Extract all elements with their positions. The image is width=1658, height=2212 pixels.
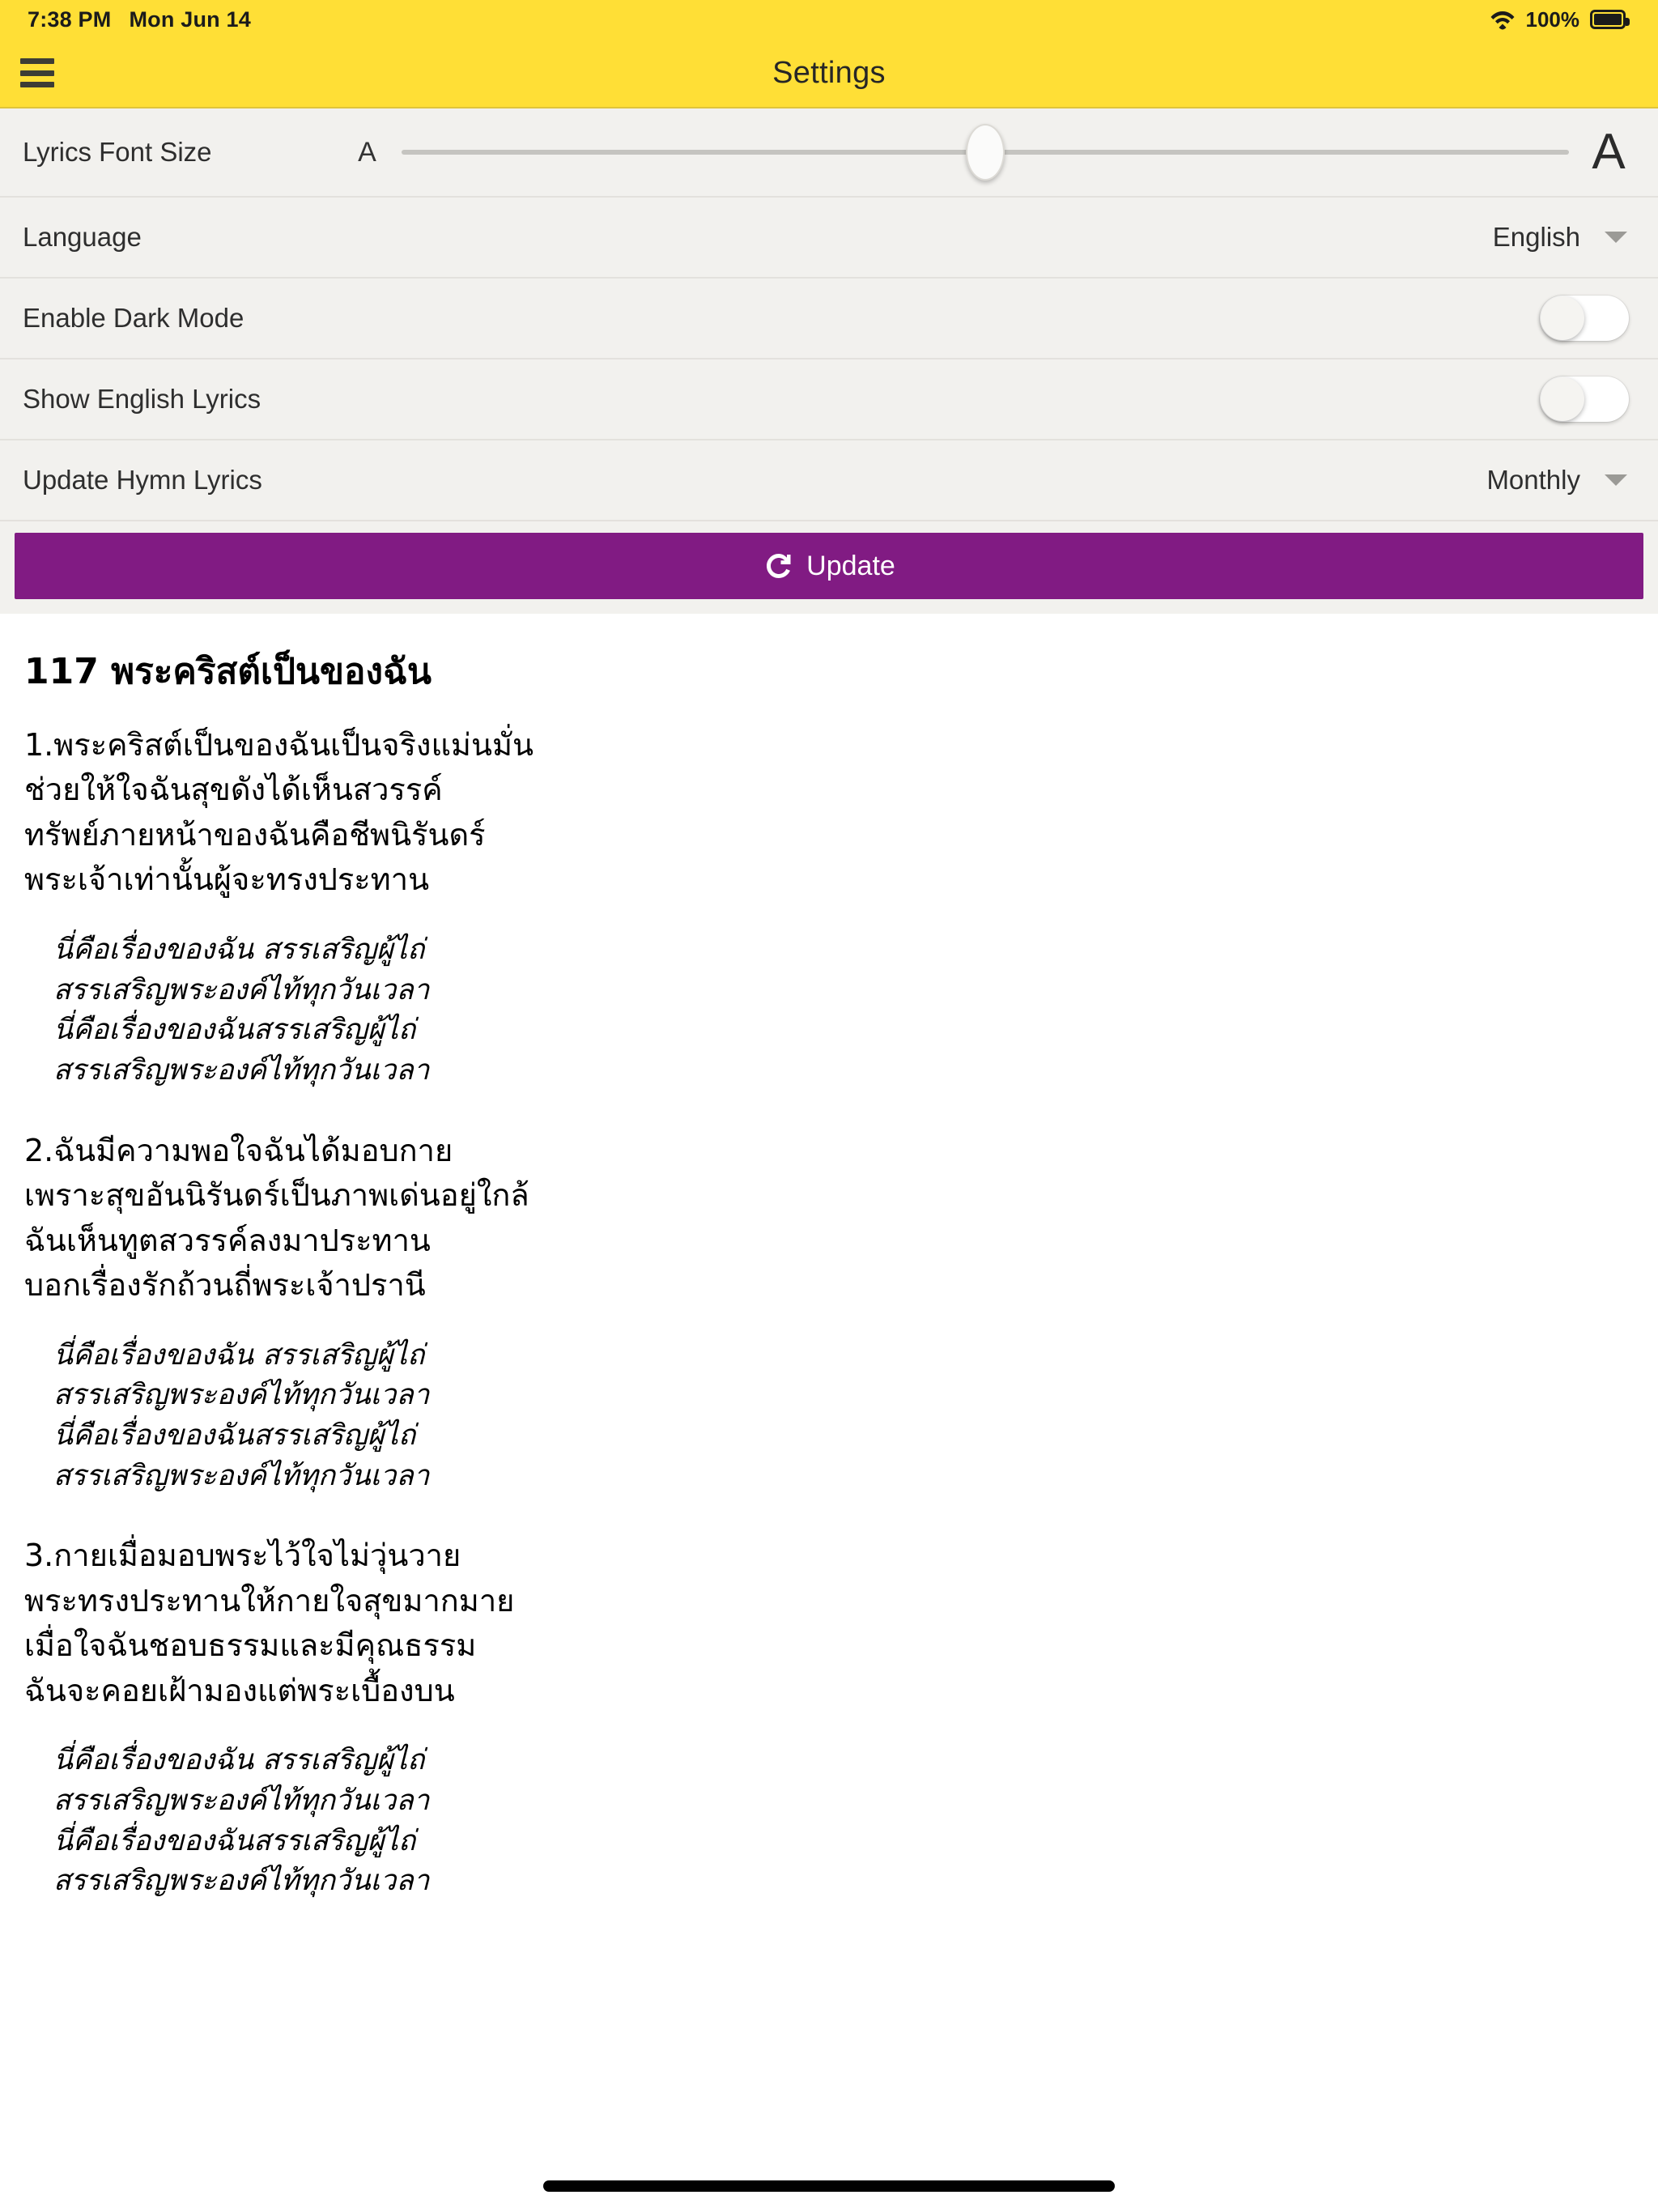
hymn-verse-3: 3.กายเมื่อมอบพระไว้ใจไม่วุ่นวาย พระทรงปร… bbox=[24, 1538, 515, 1708]
setting-label-font-size: Lyrics Font Size bbox=[23, 137, 212, 167]
home-indicator[interactable] bbox=[543, 2180, 1115, 2192]
hymn-verse-1: 1.พระคริสต์เป็นของฉันเป็นจริงแม่นมั่น ช่… bbox=[24, 727, 534, 898]
status-time: 7:38 PM bbox=[28, 6, 112, 32]
setting-label-language: Language bbox=[23, 222, 142, 252]
font-size-slider-group: A A bbox=[348, 124, 1635, 181]
setting-row-update-frequency: Update Hymn Lyrics Monthly bbox=[0, 440, 1658, 521]
update-frequency-value: Monthly bbox=[1486, 465, 1580, 495]
chevron-down-icon bbox=[1605, 474, 1627, 486]
setting-row-dark-mode: Enable Dark Mode bbox=[0, 279, 1658, 359]
update-button-label: Update bbox=[806, 550, 895, 581]
hymn-title: 117 พระคริสต์เป็นของฉัน bbox=[24, 651, 432, 692]
language-value: English bbox=[1492, 222, 1580, 252]
battery-percent-label: 100% bbox=[1525, 6, 1580, 32]
font-size-slider[interactable] bbox=[401, 124, 1569, 181]
update-button-container: Update bbox=[0, 521, 1658, 614]
status-bar-left: 7:38 PM Mon Jun 14 bbox=[28, 7, 251, 32]
page-title: Settings bbox=[772, 55, 886, 90]
toggle-knob bbox=[1541, 377, 1584, 421]
hymn-chorus-1: นี่คือเรื่องของฉัน สรรเสริญผู้ไถ่ สรรเสร… bbox=[53, 933, 430, 1087]
font-size-min-label: A bbox=[358, 136, 376, 168]
setting-row-english-lyrics: Show English Lyrics bbox=[0, 359, 1658, 440]
update-frequency-dropdown[interactable]: Monthly bbox=[1486, 465, 1635, 496]
status-bar: 7:38 PM Mon Jun 14 100% bbox=[0, 0, 1658, 39]
language-dropdown[interactable]: English bbox=[1493, 222, 1635, 253]
refresh-icon bbox=[767, 554, 791, 578]
setting-label-english-lyrics: Show English Lyrics bbox=[23, 384, 261, 414]
app-bar: Settings bbox=[0, 39, 1658, 108]
toggle-knob bbox=[1541, 296, 1584, 340]
app-root: 7:38 PM Mon Jun 14 100% Settings Lyrics … bbox=[0, 0, 1658, 2212]
hamburger-menu-icon[interactable] bbox=[16, 56, 58, 90]
hymn-chorus-3: นี่คือเรื่องของฉัน สรรเสริญผู้ไถ่ สรรเสร… bbox=[53, 1744, 430, 1898]
slider-thumb[interactable] bbox=[965, 124, 1005, 181]
hamburger-bar-1 bbox=[20, 58, 54, 64]
battery-full-icon bbox=[1590, 10, 1630, 29]
hamburger-bar-2 bbox=[20, 70, 54, 76]
hamburger-bar-3 bbox=[20, 82, 54, 87]
status-bar-right: 100% bbox=[1490, 6, 1630, 32]
lyrics-content: 117 พระคริสต์เป็นของฉัน 1.พระคริสต์เป็นข… bbox=[0, 614, 1658, 2160]
setting-label-dark-mode: Enable Dark Mode bbox=[23, 303, 244, 333]
chevron-down-icon bbox=[1605, 232, 1627, 243]
hymn-verse-2: 2.ฉันมีความพอใจฉันได้มอบกาย เพราะสุขอันน… bbox=[24, 1132, 529, 1304]
battery-fill bbox=[1594, 14, 1622, 25]
font-size-max-label: A bbox=[1592, 124, 1626, 180]
settings-list: Lyrics Font Size A A Language English En… bbox=[0, 108, 1658, 614]
update-button[interactable]: Update bbox=[15, 533, 1643, 599]
status-date: Mon Jun 14 bbox=[129, 6, 251, 32]
hymn-chorus-2: นี่คือเรื่องของฉัน สรรเสริญผู้ไถ่ สรรเสร… bbox=[53, 1338, 430, 1492]
setting-row-language: Language English bbox=[0, 198, 1658, 279]
dark-mode-toggle[interactable] bbox=[1540, 296, 1629, 341]
english-lyrics-toggle[interactable] bbox=[1540, 376, 1629, 422]
wifi-icon bbox=[1490, 11, 1514, 30]
setting-label-update-frequency: Update Hymn Lyrics bbox=[23, 465, 262, 495]
home-indicator-area bbox=[0, 2160, 1658, 2212]
setting-row-font-size: Lyrics Font Size A A bbox=[0, 108, 1658, 198]
